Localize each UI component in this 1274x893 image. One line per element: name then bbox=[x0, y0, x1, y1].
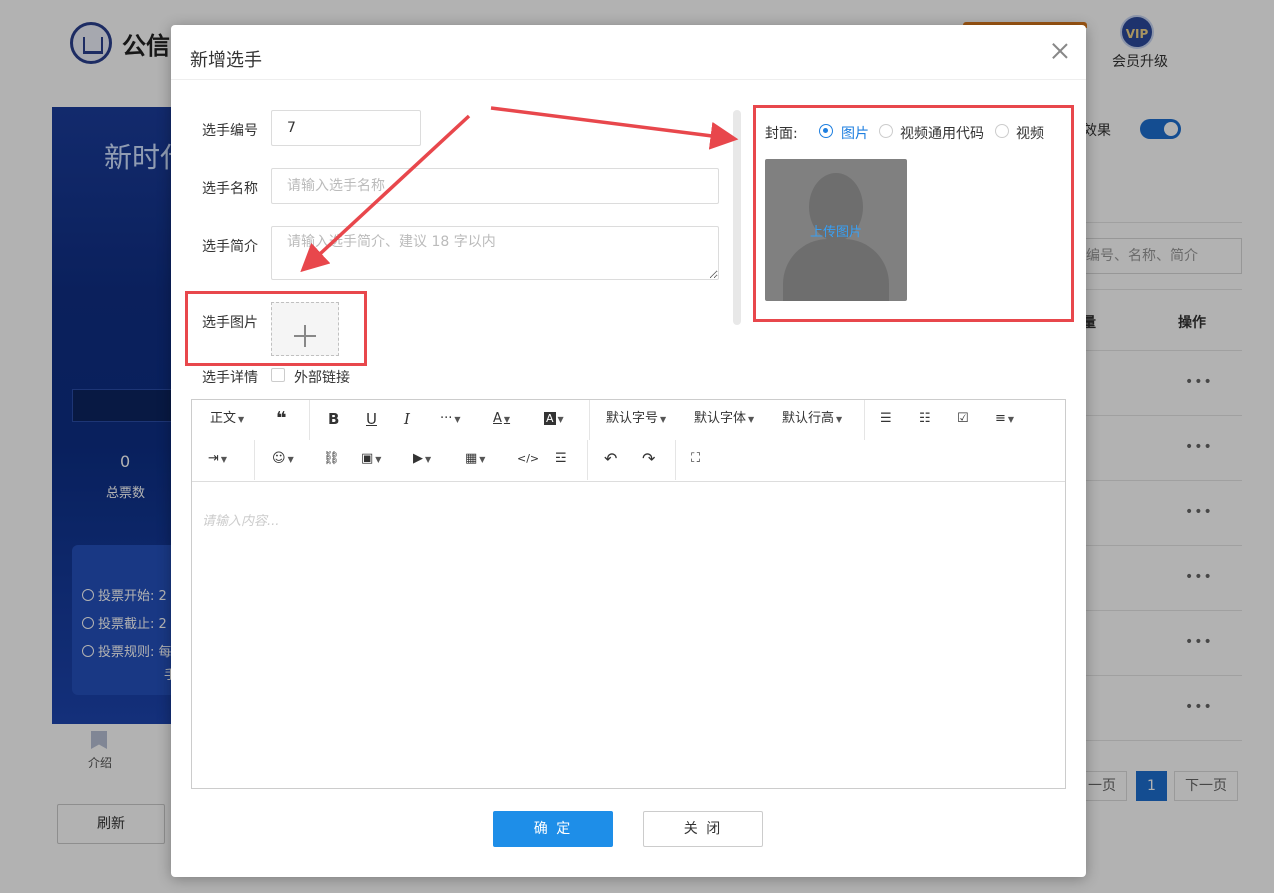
quote-icon[interactable]: ❝ bbox=[276, 408, 287, 430]
rich-text-editor: 正文 ▼ ❝ B U I ··· ▼ A ▼ A ▼ 默认字号 ▼ 默认字体 ▼ 默认行高 ▼… bbox=[191, 399, 1066, 789]
number-label: 选手编号 bbox=[202, 123, 258, 139]
external-link-label[interactable]: 外部链接 bbox=[294, 367, 350, 387]
divider bbox=[171, 79, 1086, 80]
more-format-icon[interactable]: ··· ▼ bbox=[440, 408, 461, 431]
fullscreen-icon[interactable]: ⛶ bbox=[691, 448, 700, 470]
font-family-dropdown[interactable]: 默认字体 ▼ bbox=[694, 408, 754, 431]
divider-line-icon[interactable]: ☲ bbox=[555, 448, 567, 470]
image-icon[interactable]: ▣ ▼ bbox=[361, 448, 381, 471]
video-icon[interactable]: ▶ ▼ bbox=[413, 448, 431, 471]
line-height-dropdown[interactable]: 默认行高 ▼ bbox=[782, 408, 842, 431]
annotation-box-image-upload bbox=[185, 291, 367, 366]
external-link-checkbox[interactable] bbox=[271, 368, 285, 382]
form-scrollbar[interactable] bbox=[733, 110, 741, 325]
paragraph-format-dropdown[interactable]: 正文 ▼ bbox=[210, 408, 244, 431]
modal-title: 新增选手 bbox=[190, 50, 262, 71]
redo-icon[interactable]: ↷ bbox=[642, 448, 655, 470]
annotation-box-cover bbox=[753, 105, 1074, 322]
number-input[interactable] bbox=[271, 110, 421, 146]
align-icon[interactable]: ≡ ▼ bbox=[995, 408, 1014, 431]
todo-checkbox-icon[interactable]: ☑ bbox=[957, 408, 969, 430]
name-input[interactable] bbox=[271, 168, 719, 204]
bold-icon[interactable]: B bbox=[328, 408, 339, 430]
toolbar-divider bbox=[192, 481, 1065, 482]
name-label: 选手名称 bbox=[202, 181, 258, 197]
intro-textarea[interactable] bbox=[271, 226, 719, 280]
font-color-icon[interactable]: A ▼ bbox=[493, 408, 510, 431]
divider bbox=[864, 400, 865, 440]
underline-icon[interactable]: U bbox=[366, 408, 377, 430]
close-button[interactable]: 关 闭 bbox=[643, 811, 763, 847]
divider bbox=[675, 440, 676, 480]
divider bbox=[587, 440, 588, 480]
divider bbox=[309, 400, 310, 440]
background-color-icon[interactable]: A ▼ bbox=[544, 408, 564, 431]
close-icon[interactable] bbox=[1049, 41, 1071, 63]
intro-label: 选手简介 bbox=[202, 239, 258, 255]
table-icon[interactable]: ▦ ▼ bbox=[465, 448, 485, 471]
indent-icon[interactable]: ⇥ ▼ bbox=[208, 448, 227, 471]
link-icon[interactable]: ⛓ bbox=[323, 448, 340, 470]
emoji-icon[interactable]: ☺ ▼ bbox=[272, 448, 294, 471]
editor-content-area[interactable]: 请输入内容... bbox=[202, 510, 279, 529]
code-icon[interactable]: </> bbox=[517, 448, 539, 470]
divider bbox=[254, 440, 255, 480]
font-size-dropdown[interactable]: 默认字号 ▼ bbox=[606, 408, 666, 431]
confirm-button[interactable]: 确 定 bbox=[493, 811, 613, 847]
bullet-list-icon[interactable]: ☰ bbox=[880, 408, 892, 430]
italic-icon[interactable]: I bbox=[404, 408, 410, 430]
divider bbox=[589, 400, 590, 440]
numbered-list-icon[interactable]: ☷ bbox=[919, 408, 931, 430]
undo-icon[interactable]: ↶ bbox=[604, 448, 617, 470]
detail-label: 选手详情 bbox=[202, 370, 258, 386]
